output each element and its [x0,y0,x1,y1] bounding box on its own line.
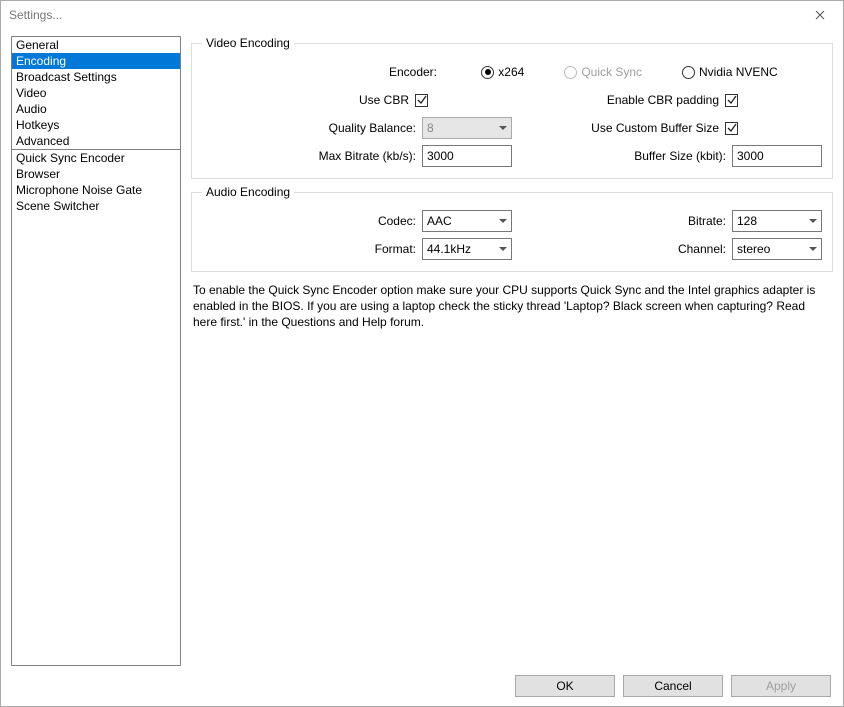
audio-encoding-group: Audio Encoding Codec: AAC Bitrate: 128 [191,185,833,272]
sidebar-item-audio[interactable]: Audio [12,101,180,117]
close-button[interactable] [803,4,837,25]
sidebar-item-hotkeys[interactable]: Hotkeys [12,117,180,133]
chevron-down-icon [809,247,817,251]
sidebar-item-sceneswitcher[interactable]: Scene Switcher [12,198,180,214]
buffer-size-input[interactable] [732,145,822,167]
encoder-qs-label: Quick Sync [581,65,642,79]
cbr-padding-label: Enable CBR padding [607,93,719,107]
sidebar-item-qsencoder[interactable]: Quick Sync Encoder [12,150,180,166]
radio-icon [682,66,695,79]
titlebar: Settings... [1,1,843,28]
encoder-quicksync-radio: Quick Sync [564,65,642,79]
window-title: Settings... [9,8,62,22]
quality-value: 8 [427,121,434,135]
chevron-down-icon [809,219,817,223]
encoder-nvenc-label: Nvidia NVENC [699,65,778,79]
use-cbr-checkbox[interactable] [415,94,428,107]
codec-label: Codec: [378,214,416,228]
encoder-label: Encoder: [202,65,437,79]
sidebar-item-video[interactable]: Video [12,85,180,101]
format-label: Format: [375,242,416,256]
encoder-x264-label: x264 [498,65,524,79]
bitrate-label: Bitrate: [688,214,726,228]
custom-buffer-checkbox[interactable] [725,122,738,135]
channel-combo[interactable]: stereo [732,238,822,260]
radio-icon [564,66,577,79]
settings-window: Settings... General Encoding Broadcast S… [0,0,844,707]
sidebar-item-browser[interactable]: Browser [12,166,180,182]
sidebar-item-micnoise[interactable]: Microphone Noise Gate [12,182,180,198]
channel-value: stereo [737,242,770,256]
encoder-x264-radio[interactable]: x264 [481,65,524,79]
sidebar-item-general[interactable]: General [12,37,180,53]
buffer-size-label: Buffer Size (kbit): [634,149,726,163]
custom-buffer-label: Use Custom Buffer Size [591,121,719,135]
format-value: 44.1kHz [427,242,471,256]
ok-button[interactable]: OK [515,675,615,697]
apply-button: Apply [731,675,831,697]
cbr-padding-checkbox[interactable] [725,94,738,107]
max-bitrate-input[interactable] [422,145,512,167]
footer: OK Cancel Apply [1,666,843,706]
audio-legend: Audio Encoding [202,185,294,199]
chevron-down-icon [499,219,507,223]
video-legend: Video Encoding [202,36,294,50]
bitrate-value: 128 [737,214,757,228]
sidebar-item-broadcast[interactable]: Broadcast Settings [12,69,180,85]
info-text: To enable the Quick Sync Encoder option … [191,278,833,335]
sidebar: General Encoding Broadcast Settings Vide… [11,36,181,666]
quality-combo: 8 [422,117,512,139]
content: Video Encoding Encoder: x264 Quick Sync [191,36,833,666]
encoder-nvenc-radio[interactable]: Nvidia NVENC [682,65,778,79]
chevron-down-icon [499,126,507,130]
quality-label: Quality Balance: [329,121,416,135]
radio-icon [481,66,494,79]
codec-combo[interactable]: AAC [422,210,512,232]
channel-label: Channel: [678,242,726,256]
body: General Encoding Broadcast Settings Vide… [1,28,843,666]
bitrate-combo[interactable]: 128 [732,210,822,232]
format-combo[interactable]: 44.1kHz [422,238,512,260]
codec-value: AAC [427,214,452,228]
sidebar-item-advanced[interactable]: Advanced [12,133,180,149]
use-cbr-label: Use CBR [359,93,409,107]
sidebar-item-encoding[interactable]: Encoding [12,53,180,69]
max-bitrate-label: Max Bitrate (kb/s): [319,149,416,163]
cancel-button[interactable]: Cancel [623,675,723,697]
video-encoding-group: Video Encoding Encoder: x264 Quick Sync [191,36,833,179]
chevron-down-icon [499,247,507,251]
